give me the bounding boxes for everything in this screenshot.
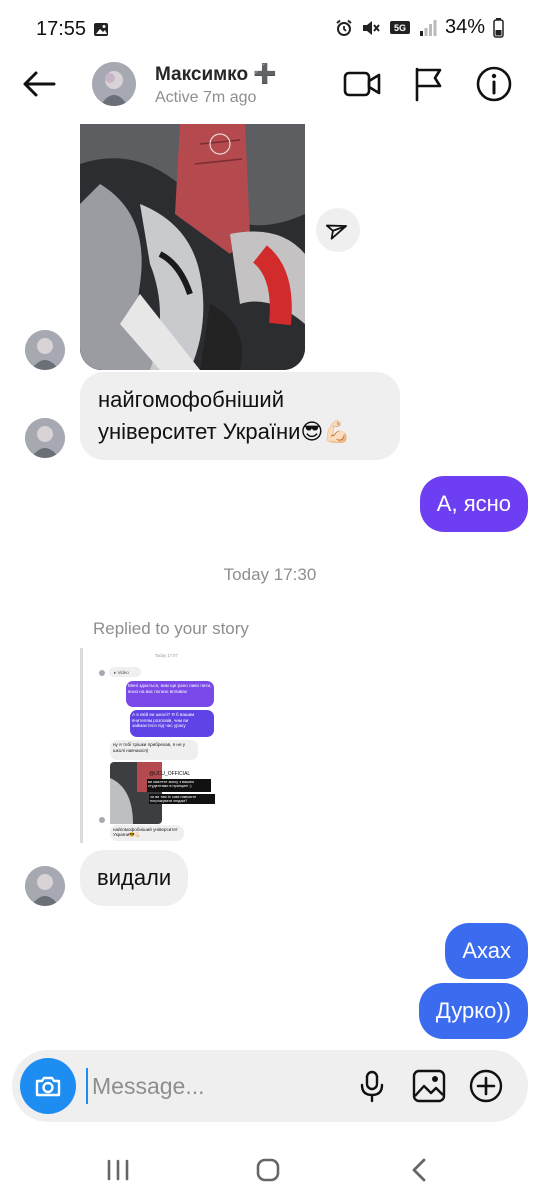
story-preview-image: Today 17:07 ▸ Video Мені здається, вам щ… <box>93 648 233 843</box>
sender-avatar[interactable] <box>25 330 65 370</box>
received-message[interactable]: найгомофобніший університет України😎💪🏻 <box>80 372 400 460</box>
received-message[interactable]: видали <box>80 850 189 906</box>
avatar-image <box>25 866 65 906</box>
story-video-label: ▸ Video <box>114 670 129 675</box>
story-time: Today 17:07 <box>155 653 178 658</box>
story-tag: @UCU_OFFICIAL <box>149 771 190 777</box>
status-bar: 17:55 5G 34% <box>0 0 540 60</box>
story-msg-2: А в якій ви школі? Я б вашим вчителям ро… <box>132 712 195 729</box>
sender-avatar[interactable] <box>25 866 65 906</box>
sent-message[interactable]: А, ясно <box>419 476 528 532</box>
share-icon <box>326 224 348 240</box>
share-button[interactable] <box>316 208 360 252</box>
status-icons: 5G 34% <box>335 16 504 39</box>
story-caption-1: ви маєтете змогу з вашим студентами в пр… <box>148 780 194 788</box>
message-text: А, ясно <box>436 491 511 516</box>
avatar-image <box>25 330 65 370</box>
home-icon[interactable] <box>250 1152 286 1188</box>
mute-icon <box>362 20 380 35</box>
gallery-icon[interactable] <box>411 1068 447 1104</box>
recent-apps-icon[interactable] <box>100 1152 136 1188</box>
back-button[interactable] <box>20 64 60 104</box>
sent-message[interactable]: Дурко)) <box>418 983 528 1039</box>
replied-to-story-label: Replied to your story <box>93 619 249 638</box>
story-preview[interactable]: Today 17:07 ▸ Video Мені здається, вам щ… <box>93 648 233 843</box>
contact-name[interactable]: Максимко ➕ <box>155 62 277 86</box>
camera-icon <box>35 1076 61 1097</box>
plus-icon[interactable] <box>468 1068 504 1104</box>
message-text: найгомофобніший університет України😎💪🏻 <box>98 387 351 444</box>
photo-content <box>80 124 305 370</box>
system-navigation-bar <box>0 1140 540 1200</box>
battery-percent: 34% <box>444 16 485 38</box>
story-msg-4: найгомофобніший університет України😎💪🏻 <box>113 827 178 838</box>
presence-status: Active 7m ago <box>155 89 257 106</box>
avatar-image <box>92 62 136 106</box>
received-photo[interactable] <box>80 124 305 370</box>
message-text: Ахах <box>462 938 511 963</box>
message-composer <box>12 1050 528 1122</box>
video-call-icon[interactable] <box>342 64 382 104</box>
status-time: 17:55 <box>36 18 87 40</box>
story-msg-3: ну я тобі трішки прибрехав, я не у школі… <box>113 742 186 753</box>
message-input[interactable] <box>86 1068 326 1104</box>
conversation-timestamp: Today 17:30 <box>223 565 317 584</box>
gallery-notification-icon <box>94 23 108 36</box>
info-icon[interactable] <box>474 64 514 104</box>
contact-avatar[interactable] <box>92 62 136 106</box>
camera-button[interactable] <box>20 1058 76 1114</box>
story-msg-1: Мені здається, вам ще рано пиво пити, во… <box>128 683 212 694</box>
battery-icon <box>493 17 504 38</box>
sent-message[interactable]: Ахах <box>445 923 528 979</box>
network-5g-icon: 5G <box>389 20 410 34</box>
message-text: Дурко)) <box>435 998 511 1023</box>
reply-indicator-line <box>80 648 83 843</box>
avatar-image <box>25 418 65 458</box>
message-text: видали <box>97 865 172 890</box>
back-icon[interactable] <box>402 1152 438 1188</box>
alarm-icon <box>336 19 352 36</box>
network-label: 5G <box>394 23 406 33</box>
sender-avatar[interactable] <box>25 418 65 458</box>
story-caption-2: чи ви там їх самі навчаєте погрожувати л… <box>150 795 197 803</box>
microphone-icon[interactable] <box>354 1068 390 1104</box>
flag-icon[interactable] <box>408 64 448 104</box>
signal-icon <box>419 19 437 36</box>
